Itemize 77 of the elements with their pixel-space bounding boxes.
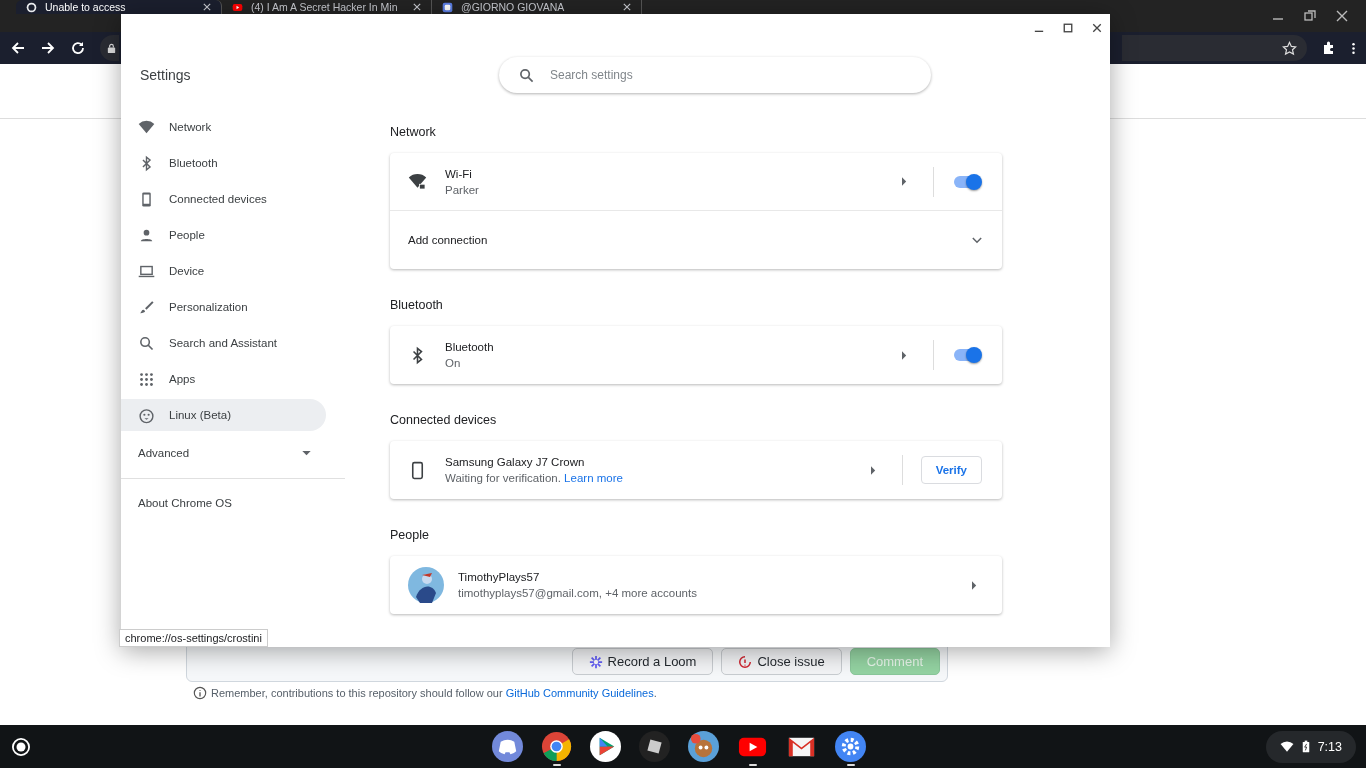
row-subtitle: timothyplays57@gmail.com, +4 more accounts	[458, 587, 698, 599]
linux-icon	[138, 406, 155, 424]
search-icon	[519, 67, 534, 83]
section-heading: Bluetooth	[390, 297, 444, 314]
close-icon[interactable]	[1336, 10, 1348, 22]
sidebar-item[interactable]: Connected devices	[121, 183, 326, 215]
site-icon	[442, 1, 453, 13]
avatar	[408, 567, 444, 603]
info-icon	[193, 686, 207, 700]
wifi-lock-icon	[408, 172, 427, 191]
arrow-icon[interactable]	[972, 580, 977, 590]
verify-button[interactable]: Verify	[920, 456, 982, 484]
lock-icon	[106, 42, 117, 54]
section-heading: Network	[390, 124, 437, 141]
row-title: Wi-Fi	[445, 167, 473, 180]
advanced-toggle[interactable]: Advanced	[121, 437, 327, 469]
arrow-icon[interactable]	[870, 465, 876, 475]
add-connection-row[interactable]: Add connection	[390, 211, 1002, 269]
close-icon[interactable]	[1092, 23, 1102, 33]
brush-icon	[138, 298, 155, 316]
search-input[interactable]: Search settings	[548, 67, 911, 83]
arrow-icon[interactable]	[902, 177, 907, 186]
settings-title: Settings	[139, 67, 192, 83]
status-url: chrome://os-settings/crostini	[119, 629, 268, 647]
toggle-switch[interactable]	[954, 175, 980, 188]
about-link[interactable]: About Chrome OS	[121, 491, 232, 515]
launcher-icon[interactable]	[12, 737, 30, 756]
address-bar[interactable]	[100, 35, 119, 61]
guidelines-link[interactable]: GitHub Community Guidelines	[505, 687, 654, 699]
sidebar-item[interactable]: People	[121, 219, 326, 251]
page-button[interactable]: Close issue	[721, 648, 842, 675]
youtube-icon	[232, 1, 243, 13]
settings-icon[interactable]	[835, 731, 866, 762]
sidebar-item[interactable]: Device	[121, 255, 326, 287]
chevron-icon	[972, 236, 982, 244]
toggle-switch[interactable]	[954, 349, 980, 361]
section-heading: Connected devices	[390, 412, 498, 429]
browser-tab[interactable]: Unable to access	[16, 0, 222, 14]
sidebar-item[interactable]: Personalization	[121, 291, 326, 323]
game-icon[interactable]	[688, 731, 719, 762]
sidebar-item[interactable]: Linux (Beta)	[121, 399, 326, 431]
forward-icon[interactable]	[40, 40, 56, 56]
notice-text: Remember, contributions to this repository should follow our GitHub Community Guidelines.	[211, 687, 657, 699]
learn-more-link[interactable]: Learn more	[564, 472, 623, 484]
sidebar-item[interactable]: Network	[121, 111, 326, 143]
chrome-icon[interactable]	[541, 731, 572, 762]
row-subtitle: Waiting for verification. Learn more	[445, 472, 624, 484]
restore-icon[interactable]	[1304, 10, 1316, 22]
sidebar-item[interactable]: Apps	[121, 363, 326, 395]
apps-icon	[138, 370, 155, 388]
section-heading: People	[390, 527, 430, 544]
maximize-icon[interactable]	[1063, 23, 1073, 33]
sidebar-item[interactable]: Search and Assistant	[121, 327, 326, 359]
page-button[interactable]: Record a Loom	[571, 648, 714, 675]
row-subtitle: Parker	[445, 183, 480, 196]
status-tray[interactable]: 7:13	[1265, 730, 1356, 763]
sidebar-item[interactable]: Bluetooth	[121, 147, 326, 179]
search-field[interactable]: Search settings	[499, 57, 931, 93]
wifi-icon	[138, 118, 155, 136]
menu-icon[interactable]	[1351, 40, 1356, 56]
star-icon[interactable]	[1282, 40, 1297, 56]
arrow-icon[interactable]	[902, 350, 907, 360]
loom-icon	[588, 654, 603, 669]
search-icon	[138, 334, 155, 352]
reload-icon[interactable]	[70, 40, 86, 56]
roblox-icon[interactable]	[639, 731, 670, 762]
row-title: Bluetooth	[445, 341, 495, 353]
row-title: Samsung Galaxy J7 Crown	[445, 456, 586, 468]
discord-icon[interactable]	[492, 731, 523, 762]
caret-icon	[302, 450, 311, 456]
row-title: TimothyPlays57	[458, 571, 541, 583]
wifi-icon	[1279, 739, 1294, 754]
battery-icon	[1301, 740, 1310, 753]
row-subtitle: On	[445, 357, 462, 369]
back-icon[interactable]	[10, 40, 26, 56]
play-icon[interactable]	[590, 731, 621, 762]
close-issue-icon	[738, 654, 753, 669]
